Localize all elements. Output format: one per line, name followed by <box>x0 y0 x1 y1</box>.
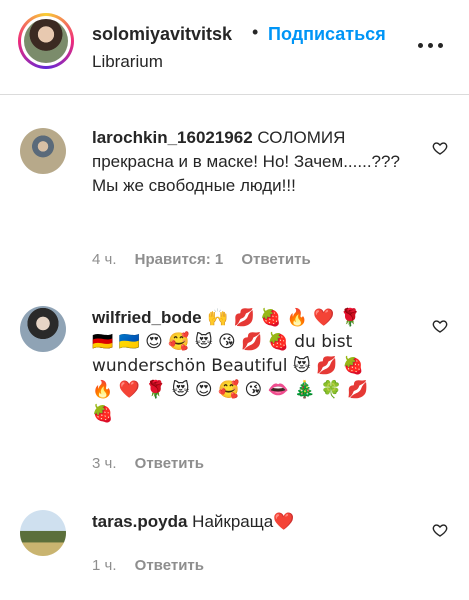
reply-button[interactable]: Ответить <box>135 455 204 472</box>
comment-body: larochkin_16021962 СОЛОМИЯ прекрасна и в… <box>92 126 412 198</box>
commenter-avatar[interactable] <box>20 306 66 352</box>
comment-time: 4 ч. <box>92 251 117 268</box>
commenter-avatar[interactable] <box>20 128 66 174</box>
post-header: solomiyavitvitsk • Подписаться Librarium <box>0 0 469 95</box>
comment-text: 🙌 💋 🍓 🔥 ❤️ 🌹 <box>201 308 362 328</box>
reply-button[interactable]: Ответить <box>135 557 204 574</box>
dot <box>418 43 423 48</box>
comment-time: 1 ч. <box>92 557 117 574</box>
comment-text: 🇩🇪 🇺🇦 😍 🥰 😻 😘 💋 🍓 du bist <box>92 332 353 352</box>
comment-username[interactable]: taras.poyda <box>92 512 187 531</box>
likes-count[interactable]: Нравится: 1 <box>135 251 224 268</box>
comment-username[interactable]: wilfried_bode <box>92 308 202 327</box>
avatar-photo <box>24 19 68 63</box>
comment-text: 🍓 <box>92 404 114 424</box>
dot <box>428 43 433 48</box>
comment-text: wunderschön Beautiful 😻 💋 🍓 <box>92 356 364 376</box>
comment-meta: 1 ч. Ответить <box>92 557 218 574</box>
post-location[interactable]: Librarium <box>92 52 163 72</box>
comment-body: wilfried_bode 🙌 💋 🍓 🔥 ❤️ 🌹 🇩🇪 🇺🇦 😍 🥰 😻 😘… <box>92 306 412 426</box>
owner-avatar[interactable] <box>18 13 74 69</box>
comment-text: 🔥 ❤️ 🌹 😻 😍 🥰 😘 👄 🎄 🍀 💋 <box>92 380 369 400</box>
like-heart-icon[interactable] <box>432 318 448 334</box>
dot <box>438 43 443 48</box>
comment-meta: 4 ч. Нравится: 1 Ответить <box>92 251 325 268</box>
more-options-icon[interactable] <box>418 36 446 56</box>
commenter-avatar[interactable] <box>20 510 66 556</box>
comment-username[interactable]: larochkin_16021962 <box>92 128 253 147</box>
reply-button[interactable]: Ответить <box>241 251 310 268</box>
comment-time: 3 ч. <box>92 455 117 472</box>
like-heart-icon[interactable] <box>432 140 448 156</box>
separator-dot: • <box>252 22 259 42</box>
owner-username[interactable]: solomiyavitvitsk <box>92 24 232 45</box>
like-heart-icon[interactable] <box>432 522 448 538</box>
comment-meta: 3 ч. Ответить <box>92 455 218 472</box>
comment-body: taras.poyda Найкраща❤️ <box>92 510 412 534</box>
avatar-ring-inner <box>21 16 71 66</box>
follow-button[interactable]: Подписаться <box>268 24 386 45</box>
comment-text: Найкраща❤️ <box>187 512 295 531</box>
